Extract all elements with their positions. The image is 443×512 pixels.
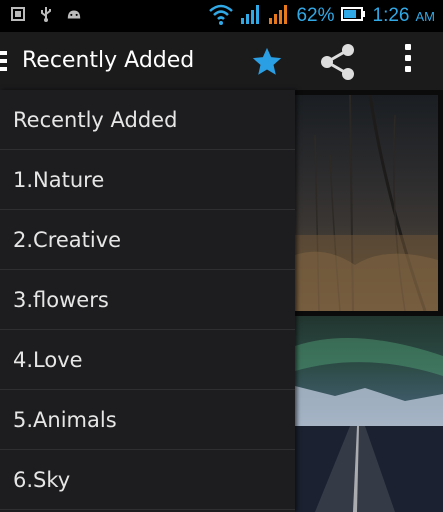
drawer-item-recently-added[interactable]: Recently Added <box>0 90 295 150</box>
page-title: Recently Added <box>22 48 195 73</box>
usb-icon <box>38 6 54 22</box>
status-left-icons <box>10 6 82 22</box>
screenshot-icon <box>10 6 26 22</box>
drawer-item-creative[interactable]: 2.Creative <box>0 210 295 270</box>
overflow-menu-icon[interactable] <box>398 44 418 80</box>
wallpaper-thumbnail[interactable] <box>295 316 443 512</box>
wallpaper-thumbnail[interactable] <box>295 95 438 311</box>
battery-percent: 62% <box>296 5 335 26</box>
action-bar: Recently Added <box>0 32 443 90</box>
drawer-item-label: Recently Added <box>13 107 178 132</box>
drawer-item-flowers[interactable]: 3.flowers <box>0 270 295 330</box>
drawer-item-sky[interactable]: 6.Sky <box>0 450 295 510</box>
signal-icon <box>268 3 290 29</box>
status-bar: 62% 1:26 AM <box>0 0 443 32</box>
android-icon <box>66 6 82 22</box>
navigation-drawer: Recently Added 1.Nature 2.Creative 3.flo… <box>0 90 295 512</box>
drawer-item-love[interactable]: 4.Love <box>0 330 295 390</box>
drawer-item-label: 6.Sky <box>13 467 71 492</box>
drawer-item-label: 1.Nature <box>13 167 105 192</box>
drawer-item-label: 3.flowers <box>13 287 109 312</box>
drawer-item-label: 2.Creative <box>13 227 122 252</box>
signal-icon <box>240 3 262 29</box>
wifi-icon <box>208 3 234 29</box>
share-icon[interactable] <box>318 43 358 81</box>
drawer-menu-icon[interactable] <box>0 51 8 73</box>
clock-time: 1:26 <box>372 5 410 26</box>
drawer-item-nature[interactable]: 1.Nature <box>0 150 295 210</box>
drawer-item-label: 4.Love <box>13 347 83 372</box>
status-right: 62% 1:26 AM <box>208 3 435 29</box>
drawer-item-animals[interactable]: 5.Animals <box>0 390 295 450</box>
drawer-item-label: 5.Animals <box>13 407 117 432</box>
star-icon[interactable] <box>250 45 284 79</box>
clock-ampm: AM <box>415 8 436 24</box>
battery-icon <box>340 6 367 26</box>
